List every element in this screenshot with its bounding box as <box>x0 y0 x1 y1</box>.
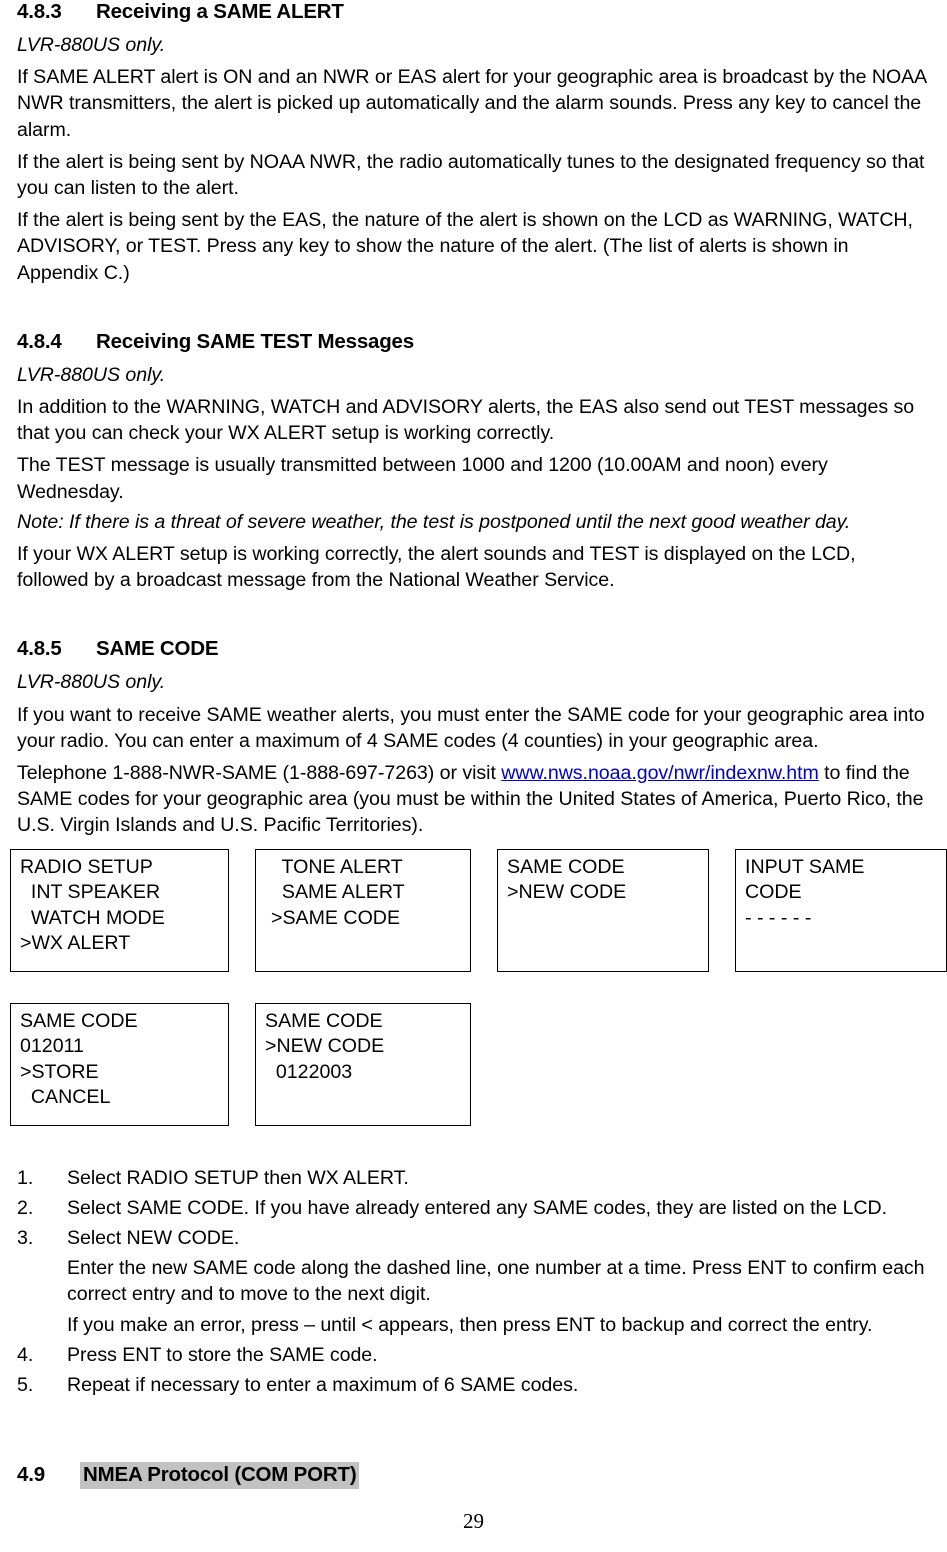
lcd-line: CODE <box>745 881 802 904</box>
list-item-text: Select RADIO SETUP then WX ALERT. <box>67 1166 409 1189</box>
paragraph-485-1: If you want to receive SAME weather aler… <box>17 703 925 752</box>
list-marker: 2. <box>17 1196 34 1219</box>
lcd-line: 0122003 <box>265 1060 353 1083</box>
lcd-line: SAME CODE <box>265 1009 383 1032</box>
list-item: 2. Select SAME CODE. If you have already… <box>17 1195 930 1221</box>
lcd-screens-row-1: RADIO SETUP INT SPEAKER WATCH MODE >WX A… <box>5 848 947 977</box>
lcd-screen-same-code-store: SAME CODE 012011 >STORE CANCEL <box>10 1002 229 1126</box>
lcd-line: CANCEL <box>20 1086 111 1109</box>
lcd-line: >NEW CODE <box>265 1035 385 1058</box>
lcd-line: TONE ALERT <box>271 855 403 878</box>
heading-number: 4.8.5 <box>17 637 62 661</box>
heading-number: 4.8.3 <box>17 0 62 23</box>
paragraph-483-2: If the alert is being sent by NOAA NWR, … <box>17 150 925 200</box>
list-marker: 3. <box>17 1227 34 1250</box>
lcd-screen-same-code-entered: SAME CODE >NEW CODE 0122003 <box>255 1002 471 1126</box>
lcd-line: WATCH MODE <box>20 906 165 929</box>
heading-4-8-5: 4.8.5 SAME CODE <box>17 637 930 661</box>
lcd-line: INT SPEAKER <box>20 881 161 904</box>
heading-4-8-4: 4.8.4 Receiving SAME TEST Messages <box>17 330 930 354</box>
list-sub-paragraph: Enter the new SAME code along the dashed… <box>67 1257 925 1306</box>
lcd-screen-radio-setup: RADIO SETUP INT SPEAKER WATCH MODE >WX A… <box>10 848 229 972</box>
paragraph-485-telephone: Telephone 1-888-NWR-SAME (1-888-697-7263… <box>17 760 930 839</box>
lcd-line: >SAME CODE <box>271 906 401 929</box>
list-item: 4. Press ENT to store the SAME code. <box>17 1342 930 1368</box>
heading-title: Receiving SAME TEST Messages <box>96 329 414 353</box>
lcd-line: >WX ALERT <box>20 932 131 955</box>
paragraph-484-2: The TEST message is usually transmitted … <box>17 454 828 503</box>
heading-4-9: 4.9 NMEA Protocol (COM PORT) <box>17 1462 930 1490</box>
italic-note-484: Note: If there is a threat of severe wea… <box>17 510 851 533</box>
list-marker: 4. <box>17 1343 34 1366</box>
lcd-screens-row-2: SAME CODE 012011 >STORE CANCEL SAME CODE… <box>5 1002 935 1131</box>
heading-title: Receiving a SAME ALERT <box>96 0 344 23</box>
lcd-line: >NEW CODE <box>507 881 627 904</box>
document-page: 4.8.3 Receiving a SAME ALERT LVR-880US on… <box>0 0 947 1552</box>
lcd-screen-input-same-code: INPUT SAME CODE - - - - - - <box>735 848 947 972</box>
lcd-line: SAME ALERT <box>271 881 405 904</box>
paragraph-484-1: In addition to the WARNING, WATCH and AD… <box>17 396 915 445</box>
lcd-screen-same-code-new: SAME CODE >NEW CODE <box>497 848 709 972</box>
model-note-483: LVR-880US only. <box>17 34 166 56</box>
lcd-screen-tone-alert: TONE ALERT SAME ALERT >SAME CODE <box>255 848 471 972</box>
lcd-line: >STORE <box>20 1060 99 1083</box>
nws-noaa-link[interactable]: www.nws.noaa.gov/nwr/indexnw.htm <box>501 762 819 784</box>
list-item: 3. Select NEW CODE. <box>17 1225 930 1251</box>
steps-list: 1. Select RADIO SETUP then WX ALERT. 2. … <box>17 1165 930 1399</box>
heading-number: 4.8.4 <box>17 329 62 353</box>
heading-title: SAME CODE <box>96 637 219 661</box>
lcd-line: - - - - - - <box>745 906 812 929</box>
list-marker: 5. <box>17 1374 34 1397</box>
list-marker: 1. <box>17 1166 34 1189</box>
lcd-line: SAME CODE <box>507 855 625 878</box>
heading-number: 4.9 <box>17 1463 45 1487</box>
model-note-484: LVR-880US only. <box>17 363 166 386</box>
lcd-line: INPUT SAME <box>745 855 865 878</box>
telephone-text-pre: Telephone 1-888-NWR-SAME (1-888-697-7263… <box>17 762 502 785</box>
list-item-text: Select NEW CODE. <box>67 1227 240 1250</box>
list-item-text: Press ENT to store the SAME code. <box>67 1343 378 1366</box>
heading-4-8-3: 4.8.3 Receiving a SAME ALERT <box>17 0 930 24</box>
list-item-text: Repeat if necessary to enter a maximum o… <box>67 1374 579 1397</box>
list-item: 5. Repeat if necessary to enter a maximu… <box>17 1372 930 1398</box>
paragraph-483-1: If SAME ALERT alert is ON and an NWR or … <box>17 66 927 141</box>
lcd-line: SAME CODE <box>20 1009 138 1032</box>
lcd-line: 012011 <box>20 1035 84 1058</box>
list-item-text: Select SAME CODE. If you have already en… <box>67 1196 887 1219</box>
model-note-485: LVR-880US only. <box>17 671 166 694</box>
paragraph-483-3: If the alert is being sent by the EAS, t… <box>17 209 913 284</box>
page-number: 29 <box>463 1509 484 1533</box>
list-sub-paragraph: If you make an error, press – until < ap… <box>67 1313 873 1336</box>
paragraph-484-closing: If your WX ALERT setup is working correc… <box>17 543 856 592</box>
heading-title: NMEA Protocol (COM PORT) <box>80 1462 360 1490</box>
lcd-line: RADIO SETUP <box>20 855 153 878</box>
list-item: 1. Select RADIO SETUP then WX ALERT. <box>17 1165 930 1191</box>
